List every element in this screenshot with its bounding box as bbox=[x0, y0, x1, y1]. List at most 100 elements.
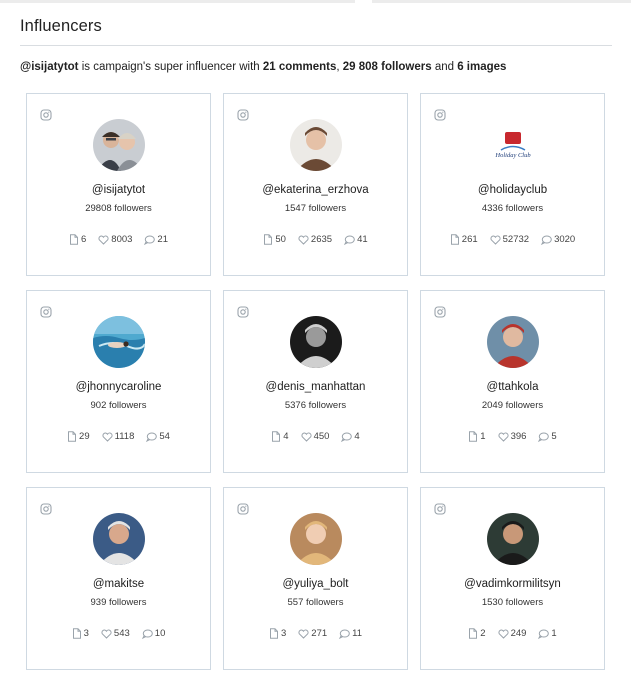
instagram-icon bbox=[237, 502, 249, 515]
influencer-card[interactable]: @ttahkola 2049 followers 1 396 5 bbox=[420, 290, 605, 473]
influencer-card[interactable]: @isijatytot 29808 followers 6 8003 21 bbox=[26, 93, 211, 276]
comments-stat: 11 bbox=[339, 628, 362, 639]
influencer-card[interactable]: Holiday Club @holidayclub 4336 followers… bbox=[420, 93, 605, 276]
instagram-icon bbox=[237, 305, 249, 318]
avatar[interactable]: Holiday Club bbox=[487, 119, 539, 171]
comment-bubble-icon bbox=[339, 629, 350, 639]
follower-count: 29808 followers bbox=[85, 203, 152, 214]
summary-images: 6 images bbox=[457, 61, 507, 73]
comment-bubble-icon bbox=[538, 432, 550, 442]
influencer-handle[interactable]: @vadimkormilitsyn bbox=[421, 578, 604, 590]
likes-stat: 450 bbox=[301, 431, 329, 442]
comments-count: 41 bbox=[357, 234, 368, 245]
follower-count: 2049 followers bbox=[481, 400, 544, 411]
comment-bubble-icon bbox=[146, 432, 158, 442]
heart-icon bbox=[490, 235, 501, 245]
comments-stat: 21 bbox=[144, 234, 168, 245]
influencer-stats: 4 450 4 bbox=[224, 431, 407, 442]
comments-count: 11 bbox=[352, 628, 363, 639]
comments-count: 3020 bbox=[554, 234, 576, 245]
influencer-handle[interactable]: @ttahkola bbox=[421, 381, 604, 393]
comment-bubble-icon bbox=[344, 235, 355, 245]
likes-stat: 52732 bbox=[490, 234, 529, 245]
comments-stat: 10 bbox=[141, 628, 165, 639]
instagram-icon bbox=[434, 502, 446, 515]
comments-stat: 41 bbox=[344, 234, 368, 245]
likes-count: 396 bbox=[510, 431, 527, 442]
summary-comments: 21 comments bbox=[262, 61, 337, 73]
avatar[interactable] bbox=[290, 513, 342, 565]
likes-count: 249 bbox=[510, 628, 527, 639]
influencer-handle[interactable]: @denis_manhattan bbox=[224, 381, 407, 393]
heart-icon bbox=[498, 432, 509, 442]
comment-bubble-icon bbox=[141, 629, 153, 639]
comments-stat: 5 bbox=[538, 431, 557, 442]
avatar[interactable] bbox=[93, 119, 145, 171]
avatar[interactable] bbox=[290, 119, 342, 171]
comments-count: 54 bbox=[159, 431, 170, 442]
likes-stat: 396 bbox=[498, 431, 527, 442]
document-icon bbox=[271, 431, 281, 442]
avatar[interactable] bbox=[290, 316, 342, 368]
comments-count: 5 bbox=[551, 431, 557, 442]
document-icon bbox=[69, 234, 79, 245]
avatar[interactable] bbox=[487, 316, 539, 368]
likes-stat: 249 bbox=[498, 628, 527, 639]
avatar[interactable] bbox=[487, 513, 539, 565]
influencer-card[interactable]: @yuliya_bolt 557 followers 3 271 11 bbox=[223, 487, 408, 670]
instagram-icon bbox=[434, 108, 446, 121]
instagram-icon bbox=[434, 305, 446, 318]
comments-count: 21 bbox=[157, 234, 168, 245]
images-count: 29 bbox=[79, 431, 90, 442]
document-icon bbox=[450, 234, 460, 245]
influencer-card[interactable]: @ekaterina_erzhova 1547 followers 50 263… bbox=[223, 93, 408, 276]
images-stat: 261 bbox=[450, 234, 478, 245]
likes-stat: 8003 bbox=[98, 234, 132, 245]
follower-count: 939 followers bbox=[90, 597, 147, 608]
influencer-stats: 29 1118 54 bbox=[27, 431, 210, 442]
images-count: 3 bbox=[280, 628, 287, 639]
avatar[interactable] bbox=[93, 513, 145, 565]
comment-bubble-icon bbox=[541, 235, 552, 245]
document-icon bbox=[72, 628, 82, 639]
likes-count: 543 bbox=[113, 628, 130, 639]
influencer-handle[interactable]: @ekaterina_erzhova bbox=[224, 184, 407, 196]
influencer-stats: 6 8003 21 bbox=[27, 234, 210, 245]
comments-stat: 54 bbox=[146, 431, 170, 442]
images-count: 1 bbox=[480, 431, 486, 442]
influencer-handle[interactable]: @makitse bbox=[27, 578, 210, 590]
images-count: 4 bbox=[283, 431, 289, 442]
influencer-handle[interactable]: @jhonnycaroline bbox=[27, 381, 210, 393]
likes-count: 1118 bbox=[114, 431, 135, 442]
influencer-handle[interactable]: @isijatytot bbox=[27, 184, 210, 196]
influencer-handle[interactable]: @holidayclub bbox=[421, 184, 604, 196]
document-icon bbox=[468, 628, 478, 639]
summary-handle: @isijatytot bbox=[20, 61, 79, 73]
heart-icon bbox=[298, 629, 309, 639]
summary-text: is campaign's super influencer with bbox=[78, 61, 263, 73]
influencer-card[interactable]: @denis_manhattan 5376 followers 4 450 4 bbox=[223, 290, 408, 473]
influencer-card[interactable]: @makitse 939 followers 3 543 10 bbox=[26, 487, 211, 670]
holiday-club-logo-text: Holiday Club bbox=[494, 152, 531, 159]
influencer-handle[interactable]: @yuliya_bolt bbox=[224, 578, 407, 590]
avatar[interactable] bbox=[93, 316, 145, 368]
influencer-grid: @isijatytot 29808 followers 6 8003 21 @e… bbox=[26, 93, 605, 670]
heart-icon bbox=[298, 235, 309, 245]
comment-bubble-icon bbox=[341, 432, 353, 442]
document-icon bbox=[263, 234, 273, 245]
influencer-card[interactable]: @vadimkormilitsyn 1530 followers 2 249 1 bbox=[420, 487, 605, 670]
images-count: 6 bbox=[80, 234, 87, 245]
images-stat: 3 bbox=[72, 628, 89, 639]
images-stat: 4 bbox=[271, 431, 289, 442]
instagram-icon bbox=[40, 108, 52, 121]
comment-bubble-icon bbox=[144, 235, 156, 245]
likes-stat: 1118 bbox=[102, 431, 135, 442]
influencer-stats: 50 2635 41 bbox=[224, 234, 407, 245]
influencer-stats: 1 396 5 bbox=[421, 431, 604, 442]
images-count: 2 bbox=[480, 628, 486, 639]
comments-stat: 3020 bbox=[541, 234, 575, 245]
follower-count: 902 followers bbox=[90, 400, 147, 411]
top-tab-strip bbox=[0, 0, 631, 4]
images-count: 50 bbox=[275, 234, 286, 245]
influencer-card[interactable]: @jhonnycaroline 902 followers 29 1118 54 bbox=[26, 290, 211, 473]
